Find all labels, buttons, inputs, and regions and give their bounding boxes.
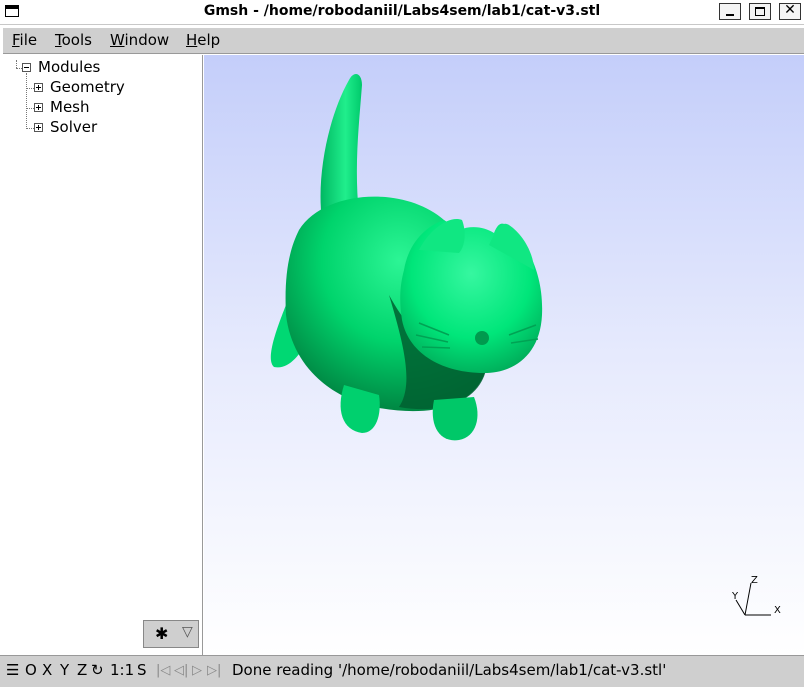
axis-z-label: Z <box>751 575 758 586</box>
prev-icon[interactable]: ◁| <box>174 663 188 678</box>
minimize-button[interactable] <box>719 3 741 20</box>
maximize-icon <box>755 7 765 16</box>
cat-model <box>270 73 543 441</box>
title-bar: Gmsh - /home/robodaniil/Labs4sem/lab1/ca… <box>0 0 804 25</box>
view-x-button[interactable]: X <box>42 661 52 679</box>
maximize-button[interactable] <box>749 3 771 20</box>
first-icon[interactable]: |◁ <box>156 663 170 678</box>
expand-icon[interactable] <box>34 83 43 92</box>
menu-bar: File Tools Window Help <box>3 27 804 54</box>
rotate-icon[interactable]: ↻ <box>91 661 104 679</box>
last-icon[interactable]: ▷| <box>207 663 221 678</box>
gear-icon: ✱ <box>155 624 169 643</box>
dropdown-icon[interactable]: ▽ <box>182 624 193 640</box>
status-message: Done reading '/home/robodaniil/Labs4sem/… <box>232 661 667 679</box>
snap-button[interactable]: S <box>137 661 147 679</box>
scale-button[interactable]: 1:1 <box>110 661 134 679</box>
module-tree: Modules Geometry Mesh Solver <box>3 55 203 655</box>
axis-y-label: Y <box>731 591 739 602</box>
settings-button[interactable]: ✱ ▽ <box>143 620 199 648</box>
collapse-icon[interactable] <box>22 63 31 72</box>
menu-file[interactable]: File <box>12 31 37 49</box>
minimize-icon <box>726 14 734 16</box>
close-button[interactable]: ✕ <box>779 2 801 20</box>
axes-indicator: X Z Y <box>731 575 781 616</box>
menu-tools[interactable]: Tools <box>55 31 92 49</box>
close-icon: ✕ <box>784 2 796 18</box>
next-icon[interactable]: ▷ <box>192 663 202 678</box>
menu-help[interactable]: Help <box>186 31 220 49</box>
expand-icon[interactable] <box>34 123 43 132</box>
axis-x-label: X <box>774 605 781 616</box>
window-title: Gmsh - /home/robodaniil/Labs4sem/lab1/ca… <box>203 3 601 19</box>
view-origin-button[interactable]: O <box>25 661 37 679</box>
menu-window[interactable]: Window <box>110 31 169 49</box>
view-y-button[interactable]: Y <box>60 661 69 679</box>
view-z-button[interactable]: Z <box>77 661 87 679</box>
graphics-viewport[interactable]: X Z Y <box>204 55 804 655</box>
menu-icon[interactable]: ☰ <box>6 661 19 679</box>
expand-icon[interactable] <box>34 103 43 112</box>
status-bar: ☰ O X Y Z ↻ 1:1 S |◁ ◁| ▷ ▷| Done readin… <box>0 655 804 687</box>
